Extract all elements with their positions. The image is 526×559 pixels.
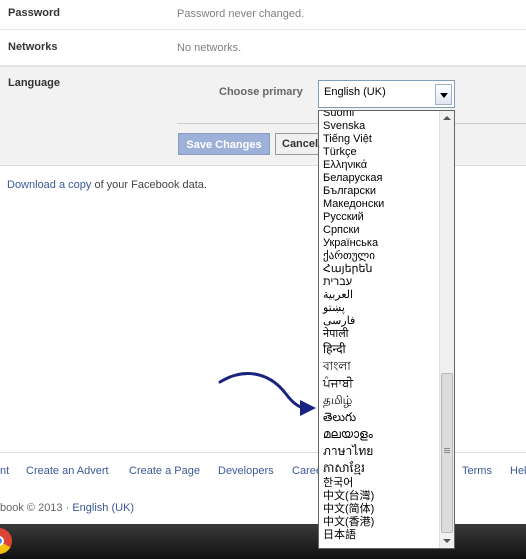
- language-option[interactable]: 中文(香港): [323, 516, 441, 529]
- language-option[interactable]: Русский: [323, 211, 441, 224]
- language-option[interactable]: বাংলা: [323, 358, 441, 375]
- scroll-up-icon[interactable]: [440, 111, 454, 125]
- language-option[interactable]: Հայերեն: [323, 263, 441, 276]
- language-option[interactable]: Ελληνικά: [323, 159, 441, 172]
- language-option[interactable]: ภาษาไทย: [323, 443, 441, 460]
- language-option[interactable]: עברית: [323, 276, 441, 289]
- download-copy-link[interactable]: Download a copy: [7, 179, 91, 191]
- footer-link-developers[interactable]: Developers: [218, 465, 274, 477]
- language-option[interactable]: 日本語: [323, 529, 441, 542]
- copyright-text: book © 2013 ·: [0, 502, 73, 514]
- scrollbar-thumb[interactable]: [441, 373, 453, 533]
- choose-primary-label: Choose primary: [219, 86, 303, 98]
- language-option[interactable]: العربية: [323, 289, 441, 302]
- download-line: Download a copy of your Facebook data.: [7, 179, 207, 191]
- networks-label: Networks: [8, 41, 58, 53]
- language-option[interactable]: മലയാളം: [323, 426, 441, 443]
- language-option[interactable]: Српски: [323, 224, 441, 237]
- language-dropdown[interactable]: Suomi Svenska Tiếng Việt Türkçe Ελληνικά Бела…: [318, 110, 455, 549]
- footer-link-create-advert[interactable]: Create an Advert: [26, 465, 109, 477]
- language-option[interactable]: తెలుగు: [323, 409, 441, 426]
- language-option[interactable]: Български: [323, 185, 441, 198]
- language-option[interactable]: தமிழ்: [323, 392, 441, 409]
- networks-row: Networks No networks.: [0, 30, 526, 66]
- language-option[interactable]: Türkçe: [323, 146, 441, 159]
- copyright: book © 2013 · English (UK): [0, 502, 134, 514]
- networks-value: No networks.: [177, 42, 242, 54]
- chevron-down-icon[interactable]: [435, 84, 452, 105]
- language-option[interactable]: Беларуская: [323, 172, 441, 185]
- footer-link-help[interactable]: Hel: [510, 465, 526, 477]
- language-option[interactable]: ភាសាខ្មែរ: [323, 460, 441, 477]
- language-option[interactable]: नेपाली: [323, 328, 441, 341]
- dropdown-scrollbar[interactable]: [439, 111, 454, 548]
- password-value: Password never changed.: [177, 8, 305, 20]
- language-option[interactable]: ქართული: [323, 250, 441, 263]
- language-option[interactable]: 한국어: [323, 477, 441, 490]
- download-rest-text: of your Facebook data.: [91, 179, 207, 191]
- footer-link-create-page[interactable]: Create a Page: [129, 465, 200, 477]
- language-option-list: Suomi Svenska Tiếng Việt Türkçe Ελληνικά Бела…: [323, 111, 441, 542]
- language-option[interactable]: 中文(台灣): [323, 490, 441, 503]
- chrome-icon[interactable]: [0, 528, 12, 554]
- language-option[interactable]: Tiếng Việt: [323, 133, 441, 146]
- language-option[interactable]: Suomi: [323, 111, 441, 120]
- language-option[interactable]: فارسی: [323, 315, 441, 328]
- language-option[interactable]: हिन्दी: [323, 341, 441, 358]
- scroll-down-icon[interactable]: [440, 534, 454, 548]
- language-select-value: English (UK): [324, 86, 386, 98]
- language-option[interactable]: Македонски: [323, 198, 441, 211]
- language-label: Language: [8, 77, 60, 89]
- password-row: Password Password never changed.: [0, 0, 526, 30]
- annotation-arrow-icon: [218, 372, 316, 416]
- grip-icon: [444, 452, 450, 453]
- footer-language-link[interactable]: English (UK): [72, 502, 134, 514]
- grip-icon: [444, 450, 450, 451]
- language-option[interactable]: Svenska: [323, 120, 441, 133]
- grip-icon: [444, 448, 450, 449]
- language-option[interactable]: 中文(简体): [323, 503, 441, 516]
- language-option[interactable]: پښتو: [323, 302, 441, 315]
- footer-link-about[interactable]: nt: [0, 465, 9, 477]
- footer-link-terms[interactable]: Terms: [462, 465, 492, 477]
- save-changes-button[interactable]: Save Changes: [178, 133, 270, 155]
- language-select[interactable]: English (UK): [318, 80, 455, 108]
- language-option[interactable]: ਪੰਜਾਬੀ: [323, 375, 441, 392]
- language-option[interactable]: Українська: [323, 237, 441, 250]
- password-label: Password: [8, 7, 60, 19]
